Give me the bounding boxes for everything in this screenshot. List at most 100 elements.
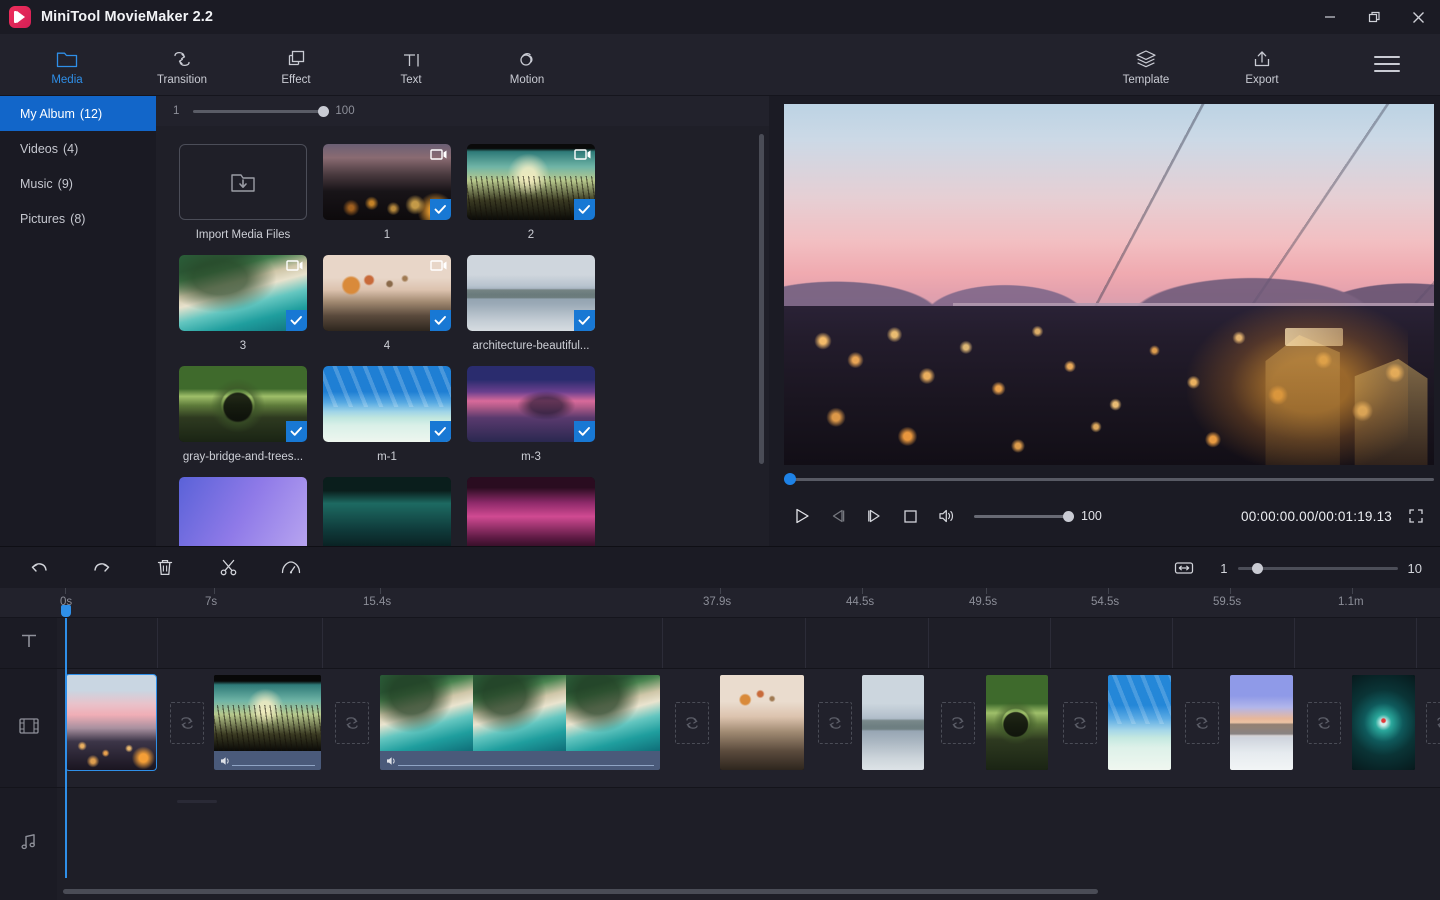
playhead-handle[interactable]	[61, 605, 71, 617]
speed-button[interactable]	[269, 553, 313, 583]
clip-mute-icon[interactable]	[219, 755, 232, 767]
preview-progress-knob[interactable]	[784, 473, 796, 485]
transition-slot[interactable]	[170, 702, 204, 744]
media-thumb-partial-3[interactable]	[467, 477, 595, 546]
delete-button[interactable]	[143, 553, 187, 583]
media-panel-scrollbar[interactable]	[759, 134, 764, 464]
transition-slot[interactable]	[818, 702, 852, 744]
play-button[interactable]	[784, 501, 820, 531]
next-frame-button[interactable]	[856, 501, 892, 531]
media-thumb-4[interactable]	[323, 255, 451, 331]
timeline-zoom-slider[interactable]	[1238, 567, 1398, 570]
preview-frame[interactable]	[784, 104, 1434, 465]
fullscreen-expand-icon[interactable]	[1398, 501, 1434, 531]
previous-frame-button[interactable]	[820, 501, 856, 531]
timeline-ruler[interactable]: 0s 7s 15.4s 37.9s 44.5s 49.5s 54.5s 59.5…	[0, 588, 1440, 618]
media-grid: Import Media Files 1	[156, 126, 769, 546]
video-track-lane[interactable]	[57, 669, 1440, 787]
clip-devils-bridge[interactable]	[986, 675, 1048, 770]
transition-slot[interactable]	[1426, 702, 1440, 744]
video-track-header[interactable]	[0, 669, 57, 787]
clip-audio-strip[interactable]	[380, 751, 660, 770]
ruler-tick: 59.5s	[1213, 596, 1241, 608]
media-panel: 1 100 Import Media Files	[156, 96, 769, 546]
media-thumb-m1[interactable]	[323, 366, 451, 442]
clip-reeds-sunset[interactable]	[214, 675, 321, 770]
timeline-zoom-controls: 1 10	[1162, 547, 1422, 589]
media-thumb-partial-1[interactable]	[179, 477, 307, 546]
close-button[interactable]	[1396, 0, 1440, 34]
folder-icon	[56, 47, 78, 69]
transition-slot[interactable]	[1063, 702, 1097, 744]
tab-motion[interactable]: Motion	[484, 40, 570, 92]
clip-audio-strip[interactable]	[214, 751, 321, 770]
clip-mute-icon[interactable]	[385, 755, 398, 767]
media-label-architecture: architecture-beautiful...	[467, 340, 595, 352]
audio-track-header[interactable]	[0, 788, 57, 900]
transition-slot[interactable]	[941, 702, 975, 744]
preview-panel: 100 00:00:00.00/00:01:19.13	[769, 96, 1440, 546]
media-zoom-slider[interactable]	[193, 110, 323, 113]
sidebar-item-my-album[interactable]: My Album (12)	[0, 96, 156, 131]
clip-tropical-beach[interactable]	[1108, 675, 1171, 770]
sidebar-item-music[interactable]: Music (9)	[0, 166, 156, 201]
media-zoom-knob[interactable]	[318, 106, 329, 117]
media-thumb-gray-bridge[interactable]	[179, 366, 307, 442]
tab-transition[interactable]: Transition	[139, 40, 225, 92]
transition-slot[interactable]	[1185, 702, 1219, 744]
audio-track-lane[interactable]	[57, 788, 1440, 900]
timeline-zoom-knob[interactable]	[1252, 563, 1263, 574]
text-track-lane[interactable]	[57, 618, 1440, 668]
button-template[interactable]: Template	[1103, 40, 1189, 92]
minimize-button[interactable]	[1308, 0, 1352, 34]
media-checkbox-4[interactable]	[430, 310, 451, 331]
transition-slot[interactable]	[1307, 702, 1341, 744]
clip-aerial-coast[interactable]	[380, 675, 660, 770]
media-thumb-3[interactable]	[179, 255, 307, 331]
sidebar-item-videos[interactable]: Videos (4)	[0, 131, 156, 166]
sidebar-item-my-album-count: (12)	[80, 107, 102, 121]
media-checkbox-gray-bridge[interactable]	[286, 421, 307, 442]
import-media-label: Import Media Files	[179, 229, 307, 241]
clip-city-sunset[interactable]	[66, 675, 156, 770]
fit-to-timeline-icon[interactable]	[1162, 553, 1206, 583]
clip-purple-sunset[interactable]	[1230, 675, 1293, 770]
text-track-header[interactable]	[0, 618, 57, 668]
volume-button[interactable]	[928, 501, 964, 531]
media-thumb-1[interactable]	[323, 144, 451, 220]
media-thumb-architecture[interactable]	[467, 255, 595, 331]
clip-teal-portal[interactable]	[1352, 675, 1415, 770]
transition-slot[interactable]	[675, 702, 709, 744]
sidebar-item-pictures[interactable]: Pictures (8)	[0, 201, 156, 236]
media-checkbox-m1[interactable]	[430, 421, 451, 442]
preview-progress-bar[interactable]	[784, 477, 1434, 481]
media-thumb-partial-2[interactable]	[323, 477, 451, 546]
tab-media[interactable]: Media	[24, 40, 110, 92]
tab-effect[interactable]: Effect	[253, 40, 339, 92]
hamburger-menu-icon[interactable]	[1374, 54, 1400, 74]
media-thumb-m3[interactable]	[467, 366, 595, 442]
media-checkbox-architecture[interactable]	[574, 310, 595, 331]
clip-balloons-dawn[interactable]	[720, 675, 804, 770]
media-checkbox-2[interactable]	[574, 199, 595, 220]
redo-button[interactable]	[80, 553, 124, 583]
split-button[interactable]	[206, 553, 250, 583]
media-label-1: 1	[323, 229, 451, 241]
import-media-button[interactable]	[179, 144, 307, 220]
clip-lake-bled[interactable]	[862, 675, 924, 770]
ruler-tick: 44.5s	[846, 596, 874, 608]
volume-slider[interactable]	[974, 515, 1069, 518]
undo-button[interactable]	[17, 553, 61, 583]
media-thumb-2[interactable]	[467, 144, 595, 220]
tab-text[interactable]: Text	[368, 40, 454, 92]
volume-knob[interactable]	[1063, 511, 1074, 522]
button-export[interactable]: Export	[1219, 40, 1305, 92]
media-checkbox-m3[interactable]	[574, 421, 595, 442]
timeline-horizontal-scrollbar[interactable]	[63, 889, 1098, 894]
media-checkbox-3[interactable]	[286, 310, 307, 331]
stop-button[interactable]	[892, 501, 928, 531]
transition-slot[interactable]	[335, 702, 369, 744]
timeline-playhead[interactable]	[65, 618, 67, 878]
media-checkbox-1[interactable]	[430, 199, 451, 220]
maximize-button[interactable]	[1352, 0, 1396, 34]
